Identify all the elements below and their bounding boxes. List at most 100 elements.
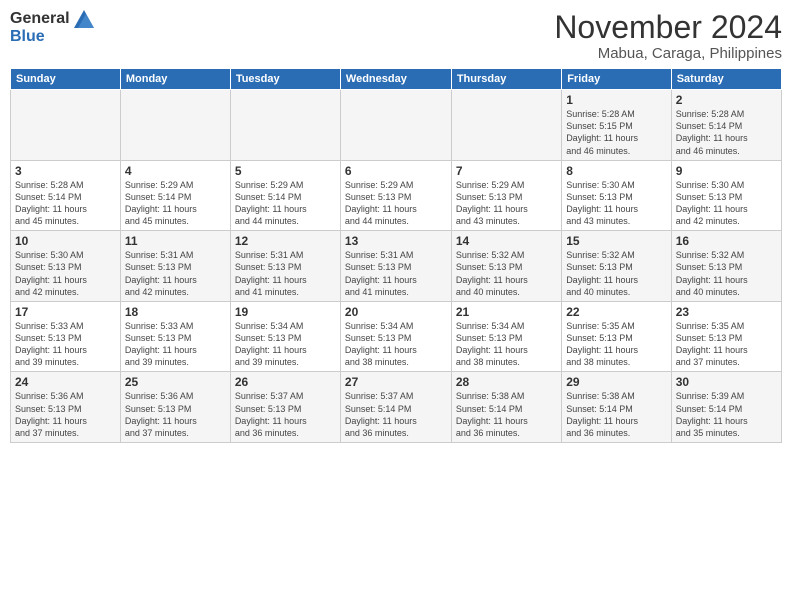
calendar-body: 1Sunrise: 5:28 AM Sunset: 5:15 PM Daylig… xyxy=(11,90,782,443)
title-block: November 2024 Mabua, Caraga, Philippines xyxy=(554,10,782,62)
weekday-row: SundayMondayTuesdayWednesdayThursdayFrid… xyxy=(11,69,782,90)
calendar-cell: 28Sunrise: 5:38 AM Sunset: 5:14 PM Dayli… xyxy=(451,372,561,443)
calendar-week-row: 24Sunrise: 5:36 AM Sunset: 5:13 PM Dayli… xyxy=(11,372,782,443)
calendar-table: SundayMondayTuesdayWednesdayThursdayFrid… xyxy=(10,68,782,443)
calendar-cell xyxy=(340,90,451,161)
day-info: Sunrise: 5:28 AM Sunset: 5:14 PM Dayligh… xyxy=(676,108,777,157)
day-number: 26 xyxy=(235,375,336,389)
day-info: Sunrise: 5:31 AM Sunset: 5:13 PM Dayligh… xyxy=(235,249,336,298)
day-number: 24 xyxy=(15,375,116,389)
day-info: Sunrise: 5:29 AM Sunset: 5:14 PM Dayligh… xyxy=(125,179,226,228)
calendar-cell xyxy=(11,90,121,161)
day-number: 12 xyxy=(235,234,336,248)
day-number: 14 xyxy=(456,234,557,248)
weekday-header-sunday: Sunday xyxy=(11,69,121,90)
calendar-cell: 4Sunrise: 5:29 AM Sunset: 5:14 PM Daylig… xyxy=(120,160,230,231)
calendar-cell: 20Sunrise: 5:34 AM Sunset: 5:13 PM Dayli… xyxy=(340,301,451,372)
logo: General Blue xyxy=(10,10,94,46)
calendar-cell: 25Sunrise: 5:36 AM Sunset: 5:13 PM Dayli… xyxy=(120,372,230,443)
calendar-cell xyxy=(451,90,561,161)
day-info: Sunrise: 5:32 AM Sunset: 5:13 PM Dayligh… xyxy=(456,249,557,298)
day-number: 1 xyxy=(566,93,667,107)
calendar-header: SundayMondayTuesdayWednesdayThursdayFrid… xyxy=(11,69,782,90)
day-number: 19 xyxy=(235,305,336,319)
day-info: Sunrise: 5:34 AM Sunset: 5:13 PM Dayligh… xyxy=(456,320,557,369)
calendar-week-row: 1Sunrise: 5:28 AM Sunset: 5:15 PM Daylig… xyxy=(11,90,782,161)
calendar-cell: 27Sunrise: 5:37 AM Sunset: 5:14 PM Dayli… xyxy=(340,372,451,443)
day-info: Sunrise: 5:33 AM Sunset: 5:13 PM Dayligh… xyxy=(15,320,116,369)
day-info: Sunrise: 5:34 AM Sunset: 5:13 PM Dayligh… xyxy=(345,320,447,369)
day-number: 20 xyxy=(345,305,447,319)
day-info: Sunrise: 5:37 AM Sunset: 5:13 PM Dayligh… xyxy=(235,390,336,439)
calendar-cell: 30Sunrise: 5:39 AM Sunset: 5:14 PM Dayli… xyxy=(671,372,781,443)
header: General Blue November 2024 Mabua, Caraga… xyxy=(10,10,782,62)
calendar-cell: 16Sunrise: 5:32 AM Sunset: 5:13 PM Dayli… xyxy=(671,231,781,302)
day-number: 2 xyxy=(676,93,777,107)
day-number: 25 xyxy=(125,375,226,389)
day-number: 29 xyxy=(566,375,667,389)
calendar-cell: 19Sunrise: 5:34 AM Sunset: 5:13 PM Dayli… xyxy=(230,301,340,372)
calendar-cell: 9Sunrise: 5:30 AM Sunset: 5:13 PM Daylig… xyxy=(671,160,781,231)
calendar-cell xyxy=(230,90,340,161)
day-info: Sunrise: 5:35 AM Sunset: 5:13 PM Dayligh… xyxy=(676,320,777,369)
calendar-cell: 5Sunrise: 5:29 AM Sunset: 5:14 PM Daylig… xyxy=(230,160,340,231)
day-number: 21 xyxy=(456,305,557,319)
calendar-cell: 15Sunrise: 5:32 AM Sunset: 5:13 PM Dayli… xyxy=(562,231,672,302)
calendar-cell: 3Sunrise: 5:28 AM Sunset: 5:14 PM Daylig… xyxy=(11,160,121,231)
calendar-week-row: 3Sunrise: 5:28 AM Sunset: 5:14 PM Daylig… xyxy=(11,160,782,231)
weekday-header-wednesday: Wednesday xyxy=(340,69,451,90)
page-title: November 2024 xyxy=(554,10,782,45)
day-number: 5 xyxy=(235,164,336,178)
day-number: 11 xyxy=(125,234,226,248)
day-number: 30 xyxy=(676,375,777,389)
day-info: Sunrise: 5:34 AM Sunset: 5:13 PM Dayligh… xyxy=(235,320,336,369)
day-number: 28 xyxy=(456,375,557,389)
logo-blue-text: Blue xyxy=(10,28,94,46)
weekday-header-saturday: Saturday xyxy=(671,69,781,90)
calendar-cell: 24Sunrise: 5:36 AM Sunset: 5:13 PM Dayli… xyxy=(11,372,121,443)
day-number: 8 xyxy=(566,164,667,178)
day-number: 10 xyxy=(15,234,116,248)
day-number: 16 xyxy=(676,234,777,248)
calendar-cell: 13Sunrise: 5:31 AM Sunset: 5:13 PM Dayli… xyxy=(340,231,451,302)
day-info: Sunrise: 5:32 AM Sunset: 5:13 PM Dayligh… xyxy=(566,249,667,298)
day-number: 27 xyxy=(345,375,447,389)
calendar-cell: 10Sunrise: 5:30 AM Sunset: 5:13 PM Dayli… xyxy=(11,231,121,302)
day-number: 6 xyxy=(345,164,447,178)
calendar-cell: 22Sunrise: 5:35 AM Sunset: 5:13 PM Dayli… xyxy=(562,301,672,372)
weekday-header-thursday: Thursday xyxy=(451,69,561,90)
day-info: Sunrise: 5:33 AM Sunset: 5:13 PM Dayligh… xyxy=(125,320,226,369)
weekday-header-friday: Friday xyxy=(562,69,672,90)
day-number: 9 xyxy=(676,164,777,178)
day-number: 15 xyxy=(566,234,667,248)
calendar-week-row: 10Sunrise: 5:30 AM Sunset: 5:13 PM Dayli… xyxy=(11,231,782,302)
page-subtitle: Mabua, Caraga, Philippines xyxy=(554,45,782,62)
day-info: Sunrise: 5:32 AM Sunset: 5:13 PM Dayligh… xyxy=(676,249,777,298)
day-info: Sunrise: 5:39 AM Sunset: 5:14 PM Dayligh… xyxy=(676,390,777,439)
day-info: Sunrise: 5:29 AM Sunset: 5:13 PM Dayligh… xyxy=(345,179,447,228)
day-number: 22 xyxy=(566,305,667,319)
calendar-cell: 7Sunrise: 5:29 AM Sunset: 5:13 PM Daylig… xyxy=(451,160,561,231)
calendar-cell xyxy=(120,90,230,161)
calendar-cell: 26Sunrise: 5:37 AM Sunset: 5:13 PM Dayli… xyxy=(230,372,340,443)
calendar-cell: 6Sunrise: 5:29 AM Sunset: 5:13 PM Daylig… xyxy=(340,160,451,231)
calendar-cell: 8Sunrise: 5:30 AM Sunset: 5:13 PM Daylig… xyxy=(562,160,672,231)
calendar-cell: 21Sunrise: 5:34 AM Sunset: 5:13 PM Dayli… xyxy=(451,301,561,372)
calendar-cell: 12Sunrise: 5:31 AM Sunset: 5:13 PM Dayli… xyxy=(230,231,340,302)
weekday-header-monday: Monday xyxy=(120,69,230,90)
day-info: Sunrise: 5:35 AM Sunset: 5:13 PM Dayligh… xyxy=(566,320,667,369)
day-info: Sunrise: 5:30 AM Sunset: 5:13 PM Dayligh… xyxy=(15,249,116,298)
day-info: Sunrise: 5:38 AM Sunset: 5:14 PM Dayligh… xyxy=(566,390,667,439)
weekday-header-tuesday: Tuesday xyxy=(230,69,340,90)
day-info: Sunrise: 5:31 AM Sunset: 5:13 PM Dayligh… xyxy=(125,249,226,298)
page: General Blue November 2024 Mabua, Caraga… xyxy=(0,0,792,612)
day-number: 4 xyxy=(125,164,226,178)
day-info: Sunrise: 5:30 AM Sunset: 5:13 PM Dayligh… xyxy=(566,179,667,228)
day-number: 18 xyxy=(125,305,226,319)
day-number: 3 xyxy=(15,164,116,178)
day-number: 23 xyxy=(676,305,777,319)
calendar-week-row: 17Sunrise: 5:33 AM Sunset: 5:13 PM Dayli… xyxy=(11,301,782,372)
calendar-cell: 29Sunrise: 5:38 AM Sunset: 5:14 PM Dayli… xyxy=(562,372,672,443)
day-info: Sunrise: 5:31 AM Sunset: 5:13 PM Dayligh… xyxy=(345,249,447,298)
calendar-cell: 17Sunrise: 5:33 AM Sunset: 5:13 PM Dayli… xyxy=(11,301,121,372)
